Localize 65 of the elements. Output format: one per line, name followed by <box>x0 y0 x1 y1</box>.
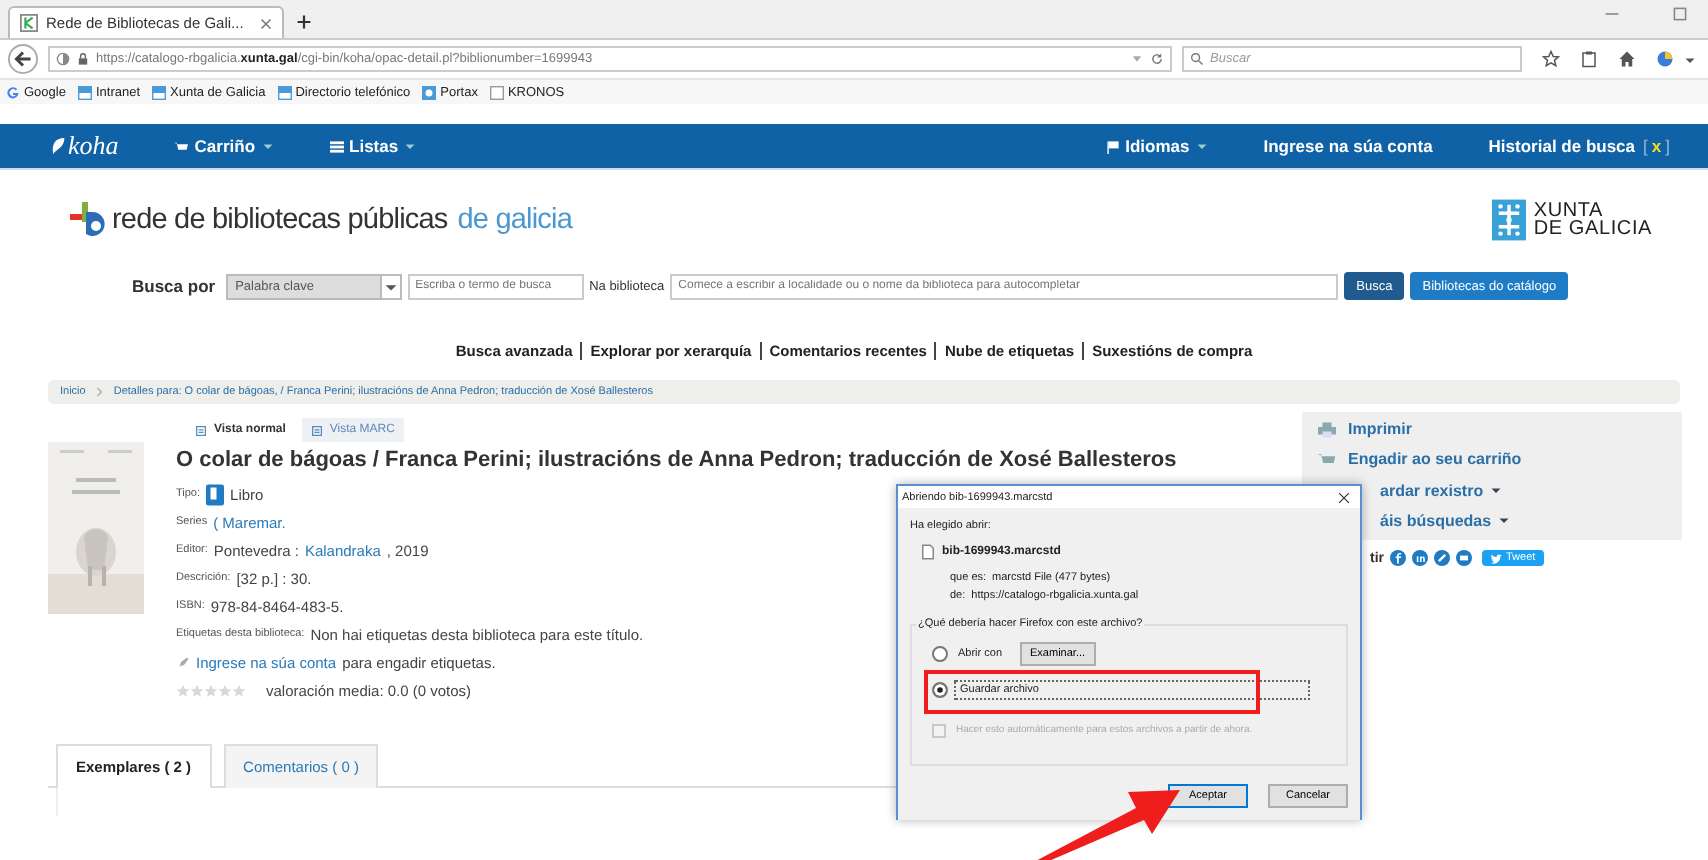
bird-icon <box>1490 553 1502 563</box>
new-tab-icon[interactable] <box>296 14 312 30</box>
cart-icon <box>1318 451 1336 468</box>
site-favicon-icon <box>20 14 38 32</box>
library-logo-text: de galicia <box>457 204 573 236</box>
email-icon[interactable] <box>1456 550 1472 566</box>
library-logo-text: rede de bibliotecas públicas <box>112 204 448 236</box>
star-rating[interactable] <box>176 683 246 697</box>
book-icon <box>206 483 225 505</box>
chevron-icon <box>95 386 104 398</box>
login-link[interactable]: Ingrese na súa conta <box>1263 136 1433 156</box>
printer-icon <box>1318 421 1336 438</box>
file-icon <box>922 544 934 560</box>
menu-link[interactable]: Carriño <box>174 136 274 156</box>
clipboard-icon[interactable] <box>1580 50 1598 68</box>
menu-link[interactable]: Listas <box>329 136 417 156</box>
site-icon <box>152 85 167 99</box>
caret-icon <box>404 140 417 152</box>
google-icon <box>6 85 20 99</box>
clear-history-link[interactable]: [ x ] <box>1643 136 1670 156</box>
document-icon <box>196 425 206 435</box>
site-icon <box>77 85 92 99</box>
search-label: Busca por <box>132 276 216 296</box>
back-icon[interactable] <box>8 44 38 74</box>
dropdown-link[interactable]: áis búsquedas <box>1380 511 1492 530</box>
caret-icon <box>1195 140 1208 152</box>
add-to-cart-link[interactable]: Engadir ao seu carriño <box>1348 450 1522 469</box>
flag-icon <box>1105 139 1120 153</box>
reload-icon[interactable] <box>1150 52 1164 66</box>
linkedin-icon[interactable] <box>1412 550 1428 566</box>
facebook-icon[interactable] <box>1390 550 1406 566</box>
caret-icon[interactable] <box>1684 53 1696 65</box>
record-title: O colar de bágoas / Franca Perini; ilustracións de Anna Pedron; traducción de Xosé Ballesteros <box>176 448 1177 472</box>
caret-icon <box>1497 514 1510 527</box>
xunta-logo-text: XUNTA <box>1533 202 1604 220</box>
star-icon[interactable] <box>1542 50 1560 68</box>
caret-icon <box>379 275 400 297</box>
caret-icon <box>1489 484 1502 497</box>
document-icon <box>311 425 322 435</box>
cart-icon <box>174 139 189 153</box>
languages-menu[interactable]: Idiomas <box>1105 136 1208 156</box>
lock-icon <box>76 52 90 66</box>
site-icon <box>277 85 292 99</box>
library-logo-icon <box>68 200 108 240</box>
radio-button[interactable] <box>932 646 948 662</box>
info-icon <box>56 52 70 66</box>
radio-button[interactable] <box>932 682 948 698</box>
caret-icon <box>261 140 274 152</box>
search-history-link[interactable]: Historial de busca <box>1488 136 1636 156</box>
home-icon[interactable] <box>1618 50 1636 68</box>
xunta-emblem-icon <box>1491 198 1526 242</box>
list-icon <box>329 139 344 153</box>
close-icon[interactable] <box>1338 491 1350 503</box>
maximize-icon[interactable] <box>1672 6 1688 22</box>
pencil-icon <box>178 656 190 668</box>
app-icon <box>422 85 437 99</box>
dropdown-icon[interactable] <box>1130 52 1144 66</box>
leaf-icon <box>50 136 66 156</box>
print-link[interactable]: Imprimir <box>1348 420 1413 439</box>
link-icon[interactable] <box>1434 550 1450 566</box>
koha-logo[interactable]: koha <box>50 130 119 162</box>
search-icon <box>1190 52 1204 66</box>
xunta-logo-text: DE GALICIA <box>1533 220 1652 238</box>
page-icon <box>489 85 504 99</box>
dropdown-link[interactable]: ardar rexistro <box>1380 481 1484 500</box>
